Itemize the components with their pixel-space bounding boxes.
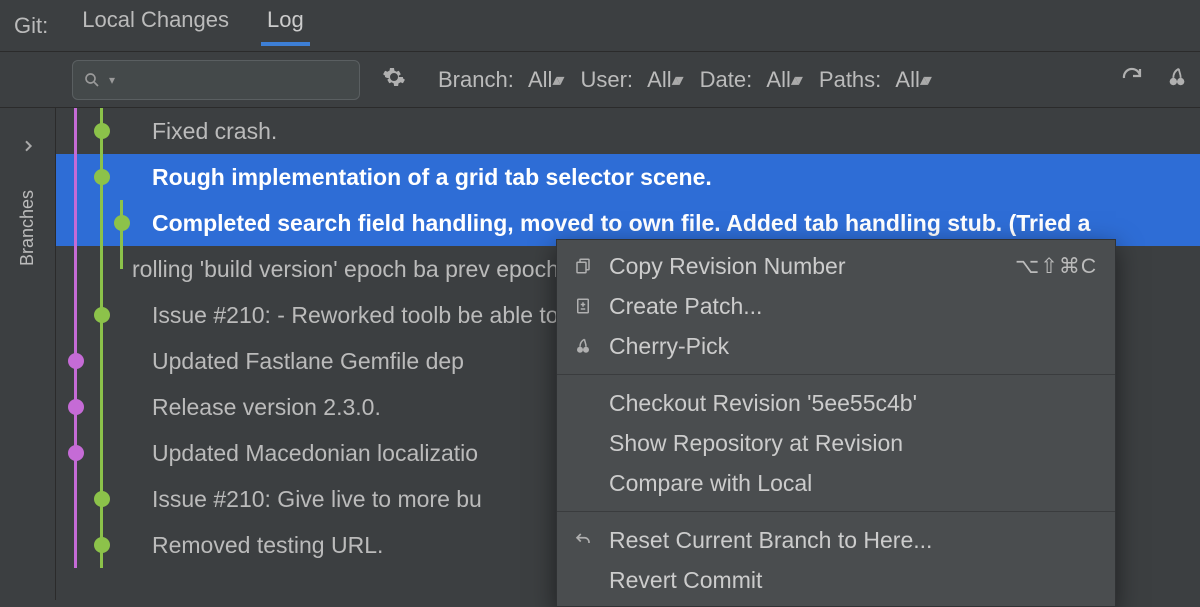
commit-graph-cell — [56, 522, 148, 568]
sort-icon: ▴▾ — [920, 70, 928, 90]
expand-branches-icon[interactable] — [20, 134, 36, 160]
menu-revert-commit[interactable]: Revert Commit — [557, 560, 1115, 600]
filter-user[interactable]: User: All▴▾ — [580, 67, 679, 93]
commit-message: Fixed crash. — [152, 118, 277, 145]
filter-date[interactable]: Date: All▴▾ — [700, 67, 799, 93]
menu-create-patch[interactable]: Create Patch... — [557, 286, 1115, 326]
menu-label: Cherry-Pick — [609, 333, 1097, 360]
chevron-down-icon: ▾ — [109, 73, 115, 87]
menu-label: Compare with Local — [609, 470, 1097, 497]
menu-cherry-pick[interactable]: Cherry-Pick — [557, 326, 1115, 366]
search-box[interactable]: ▾ — [72, 60, 360, 100]
commit-graph-cell — [56, 384, 148, 430]
menu-compare-with-local[interactable]: Compare with Local — [557, 463, 1115, 503]
commit-row[interactable]: Fixed crash. — [56, 108, 1200, 154]
menu-checkout-revision[interactable]: Checkout Revision '5ee55c4b' — [557, 383, 1115, 423]
menu-label: Create Patch... — [609, 293, 1097, 320]
vcs-title: Git: — [14, 13, 48, 39]
tab-local-changes[interactable]: Local Changes — [78, 7, 233, 45]
filter-group: Branch: All▴▾ User: All▴▾ Date: All▴▾ Pa… — [438, 67, 928, 93]
commit-message: Rough implementation of a grid tab selec… — [152, 164, 712, 191]
menu-separator — [557, 374, 1115, 375]
vcs-settings-button[interactable] — [378, 61, 410, 99]
commit-message: Release version 2.3.0. — [152, 394, 381, 421]
menu-reset-branch[interactable]: Reset Current Branch to Here... — [557, 520, 1115, 560]
commit-graph-cell — [56, 200, 148, 246]
search-icon — [83, 71, 101, 89]
commit-graph-cell — [56, 430, 148, 476]
search-input[interactable] — [123, 68, 388, 91]
menu-separator — [557, 511, 1115, 512]
commit-graph-cell — [56, 292, 148, 338]
menu-shortcut: ⌥⇧⌘C — [1015, 254, 1097, 279]
log-main: Branches Fixed crash. Rough implementati… — [0, 108, 1200, 600]
commit-graph-cell — [56, 476, 148, 522]
commit-message: Completed search field handling, moved t… — [152, 210, 1090, 237]
filter-paths[interactable]: Paths: All▴▾ — [819, 67, 928, 93]
menu-label: Checkout Revision '5ee55c4b' — [609, 390, 1097, 417]
commit-message: Updated Fastlane Gemfile dep — [152, 348, 464, 375]
commit-message: rolling 'build version' epoch ba prev ep… — [132, 256, 559, 283]
patch-icon — [571, 297, 595, 315]
commit-message: Issue #210: - Reworked toolb be able to … — [152, 302, 573, 329]
menu-copy-revision[interactable]: Copy Revision Number ⌥⇧⌘C — [557, 246, 1115, 286]
menu-label: Reset Current Branch to Here... — [609, 527, 1097, 554]
branches-label: Branches — [17, 190, 38, 266]
commit-message: Removed testing URL. — [152, 532, 383, 559]
commit-message: Issue #210: Give live to more bu — [152, 486, 482, 513]
menu-label: Revert Commit — [609, 567, 1097, 594]
sort-icon: ▴▾ — [552, 70, 560, 90]
cherry-icon — [571, 337, 595, 355]
tab-log[interactable]: Log — [263, 7, 308, 45]
log-toolbar: ▾ Branch: All▴▾ User: All▴▾ Date: All▴▾ … — [0, 52, 1200, 108]
filter-branch[interactable]: Branch: All▴▾ — [438, 67, 560, 93]
commit-graph-cell — [56, 108, 148, 154]
menu-label: Show Repository at Revision — [609, 430, 1097, 457]
refresh-button[interactable] — [1120, 65, 1144, 95]
commit-graph-cell — [56, 154, 148, 200]
commit-row[interactable]: Rough implementation of a grid tab selec… — [56, 154, 1200, 200]
undo-icon — [571, 531, 595, 549]
cherry-pick-button[interactable] — [1166, 66, 1188, 94]
branches-rail[interactable]: Branches — [0, 108, 56, 600]
commit-log: Fixed crash. Rough implementation of a g… — [56, 108, 1200, 600]
menu-show-repo-at-revision[interactable]: Show Repository at Revision — [557, 423, 1115, 463]
sort-icon: ▴▾ — [791, 70, 799, 90]
menu-label: Copy Revision Number — [609, 253, 1001, 280]
sort-icon: ▴▾ — [672, 70, 680, 90]
vcs-header: Git: Local Changes Log — [0, 0, 1200, 52]
copy-icon — [571, 257, 595, 275]
commit-context-menu: Copy Revision Number ⌥⇧⌘C Create Patch..… — [556, 239, 1116, 607]
commit-graph-cell — [56, 246, 148, 292]
commit-graph-cell — [56, 338, 148, 384]
commit-message: Updated Macedonian localizatio — [152, 440, 478, 467]
